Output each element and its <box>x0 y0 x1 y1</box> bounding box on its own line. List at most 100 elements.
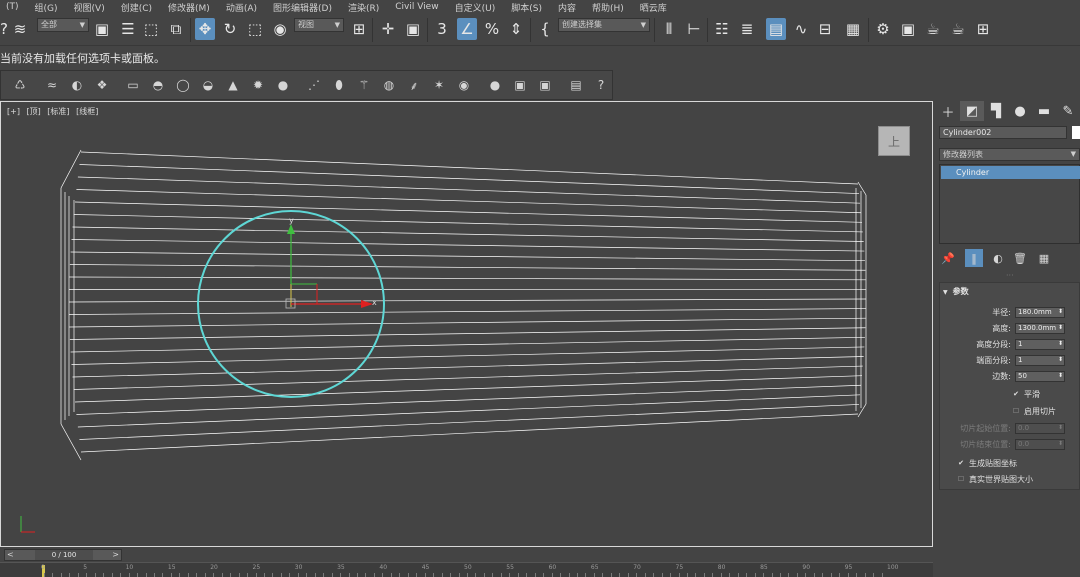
next-frame-button[interactable]: > <box>112 550 119 560</box>
menu-item[interactable]: 图形编辑器(D) <box>267 1 342 14</box>
curve-editor-icon[interactable]: ∿ <box>791 18 811 40</box>
menu-item[interactable]: 自定义(U) <box>449 1 506 14</box>
menu-item[interactable]: 视图(V) <box>68 1 115 14</box>
frame-indicator[interactable]: 0 / 100 <box>35 550 93 560</box>
spinner-arrows-icon[interactable]: ⬍ <box>1058 355 1063 364</box>
spinner-snap-icon[interactable]: ⇕ <box>506 18 526 40</box>
render-setup-icon[interactable]: ⚙ <box>873 18 893 40</box>
render-icon[interactable]: ☕ <box>923 18 943 40</box>
ref-coord-dropdown[interactable]: 视图 ▼ <box>294 18 344 32</box>
radius-spinner[interactable]: 180.0mm ⬍ <box>1015 307 1065 318</box>
cap-segments-spinner[interactable]: 1 ⬍ <box>1015 355 1065 366</box>
spot-light-icon[interactable]: ▲ <box>224 76 242 94</box>
viewport-top[interactable]: [+] [顶] [标准] [线框] y x 上 <box>0 101 933 547</box>
utilities-icon[interactable]: ✎ <box>1056 101 1080 121</box>
show-end-result-icon[interactable]: ‖ <box>965 249 983 267</box>
angle-snap-icon[interactable]: ∠ <box>457 18 477 40</box>
track-bar[interactable]: 0 5 10 15 20 25 30 35 40 45 50 55 60 65 70 75 80 85 90 95 10… <box>0 562 933 577</box>
prev-frame-button[interactable]: < <box>7 550 14 560</box>
menu-item[interactable]: (T) <box>0 2 29 12</box>
selection-filter-dropdown[interactable]: 全部 ▼ <box>37 18 89 32</box>
texture-icon[interactable]: ◉ <box>455 76 473 94</box>
slice-to-spinner[interactable]: 0.0 ⬍ <box>1015 439 1065 450</box>
scatter-icon[interactable]: ✶ <box>430 76 448 94</box>
settings-icon[interactable]: ▤ <box>567 76 585 94</box>
dome-light-icon[interactable]: ◓ <box>149 76 167 94</box>
spinner-arrows-icon[interactable]: ⬍ <box>1058 307 1063 316</box>
material-sphere-icon[interactable]: ● <box>486 76 504 94</box>
gen-map-coords-checkbox[interactable]: ✔ <box>957 459 965 467</box>
spray-icon[interactable]: ≈ <box>43 76 61 94</box>
height-spinner[interactable]: 1300.0mm ⬍ <box>1015 323 1065 334</box>
render-active-icon[interactable]: ☕ <box>948 18 968 40</box>
spinner-arrows-icon[interactable]: ⬍ <box>1058 423 1063 432</box>
create-icon[interactable]: ＋ <box>936 101 960 121</box>
height-segments-spinner[interactable]: 1 ⬍ <box>1015 339 1065 350</box>
bind-spacewarp-icon[interactable]: ≋ <box>10 18 30 40</box>
render-frame-icon[interactable]: ▣ <box>898 18 918 40</box>
spinner-arrows-icon[interactable]: ⬍ <box>1058 339 1063 348</box>
sides-spinner[interactable]: 50 ⬍ <box>1015 371 1065 382</box>
window-crossing-icon[interactable]: ⧉ <box>166 18 186 40</box>
stack-item-cylinder[interactable]: Cylinder <box>941 166 1080 179</box>
menu-item[interactable]: 内容 <box>552 1 586 14</box>
grass-icon[interactable]: ⸙ <box>405 76 423 94</box>
mirror-icon[interactable]: ⫴ <box>659 18 679 40</box>
pivot-icon[interactable]: ⊞ <box>349 18 369 40</box>
capsule-icon[interactable]: ⬮ <box>330 76 348 94</box>
modify-icon[interactable]: ◩ <box>960 101 984 121</box>
help-icon[interactable]: ? <box>592 76 610 94</box>
spinner-arrows-icon[interactable]: ⬍ <box>1058 323 1063 332</box>
rollout-title[interactable]: ▼ 参数 <box>943 286 969 297</box>
menu-item[interactable]: 修改器(M) <box>162 1 220 14</box>
spinner-arrows-icon[interactable]: ⬍ <box>1058 371 1063 380</box>
smooth-checkbox[interactable]: ✔ <box>1012 390 1020 398</box>
toggle-icon[interactable]: ♺ <box>11 76 29 94</box>
slice-from-spinner[interactable]: 0.0 ⬍ <box>1015 423 1065 434</box>
frame-buffer-icon[interactable]: ▣ <box>511 76 529 94</box>
edit-named-sets-icon[interactable]: { <box>535 18 555 40</box>
menu-item[interactable]: 脚本(S) <box>505 1 552 14</box>
proxy-icon[interactable]: ⋰ <box>305 76 323 94</box>
select-by-name-icon[interactable]: ☰ <box>118 18 138 40</box>
mesh-light-icon[interactable]: ◒ <box>199 76 217 94</box>
hierarchy-icon[interactable]: ▜ <box>984 101 1008 121</box>
object-color-swatch[interactable] <box>1072 126 1080 139</box>
fur-icon[interactable]: ⚚ <box>355 76 373 94</box>
schematic-view-icon[interactable]: ⊟ <box>815 18 835 40</box>
sun-light-icon[interactable]: ✹ <box>249 76 267 94</box>
pin-stack-icon[interactable]: 📌 <box>939 249 957 267</box>
menu-item[interactable]: Civil View <box>389 2 448 12</box>
ribbon-icon[interactable]: ▤ <box>766 18 786 40</box>
layer-explorer-icon[interactable]: ☷ <box>712 18 732 40</box>
render-cloud-icon[interactable]: ⊞ <box>973 18 993 40</box>
render-camera-icon[interactable]: ▣ <box>536 76 554 94</box>
slice-on-checkbox[interactable]: ☐ <box>1012 407 1020 415</box>
menu-item[interactable]: 渲染(R) <box>342 1 389 14</box>
motion-icon[interactable]: ● <box>1008 101 1032 121</box>
layers-icon[interactable]: ≣ <box>737 18 757 40</box>
globe-icon[interactable]: ◍ <box>380 76 398 94</box>
ambient-light-icon[interactable]: ● <box>274 76 292 94</box>
make-unique-icon[interactable]: ◐ <box>989 249 1007 267</box>
sphere-light-icon[interactable]: ◯ <box>174 76 192 94</box>
keyboard-shortcut-icon[interactable]: ▣ <box>403 18 423 40</box>
configure-modifier-icon[interactable]: ▦ <box>1035 249 1053 267</box>
percent-snap-icon[interactable]: % <box>482 18 502 40</box>
rect-light-icon[interactable]: ▭ <box>124 76 142 94</box>
move-icon[interactable]: ✥ <box>195 18 215 40</box>
modifier-list-dropdown[interactable]: 修改器列表 ▼ <box>939 148 1080 161</box>
named-selection-dropdown[interactable]: 创建选择集 ▼ <box>558 18 650 32</box>
menu-item[interactable]: 组(G) <box>29 1 68 14</box>
align-icon[interactable]: ⊢ <box>684 18 704 40</box>
paint-icon[interactable]: ❖ <box>93 76 111 94</box>
rotate-icon[interactable]: ↻ <box>220 18 240 40</box>
menu-item[interactable]: 动画(A) <box>220 1 267 14</box>
object-name-field[interactable]: Cylinder002 <box>939 126 1067 139</box>
menu-item[interactable]: 创建(C) <box>115 1 162 14</box>
spinner-arrows-icon[interactable]: ⬍ <box>1058 439 1063 448</box>
display-icon[interactable]: ▬ <box>1032 101 1056 121</box>
viewcube[interactable]: 上 <box>878 126 910 156</box>
snap-toggle-icon[interactable]: 3 <box>432 18 452 40</box>
gear-icon[interactable]: ◐ <box>68 76 86 94</box>
